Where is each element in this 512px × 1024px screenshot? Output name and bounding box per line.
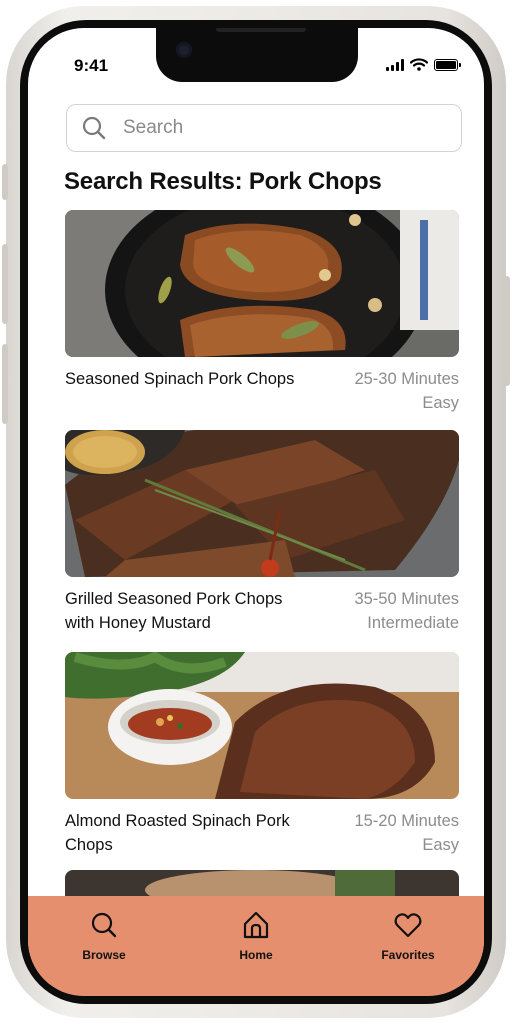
- recipe-difficulty: Easy: [422, 394, 459, 412]
- tab-label: Favorites: [381, 948, 435, 962]
- volume-up-button: [2, 244, 8, 324]
- recipe-card[interactable]: Almond Roasted Spinach Pork Chops 15-20 …: [65, 652, 459, 857]
- recipe-time: 35-50 Minutes: [354, 590, 459, 608]
- tab-favorites[interactable]: Favorites: [358, 910, 458, 996]
- home-icon: [243, 911, 269, 939]
- recipe-card[interactable]: Seasoned Spinach Pork Chops 25-30 Minute…: [65, 210, 459, 415]
- recipe-difficulty: Intermediate: [367, 614, 459, 632]
- recipe-title[interactable]: Seasoned Spinach Pork Chops: [65, 367, 305, 415]
- recipe-difficulty: Easy: [422, 836, 459, 854]
- recipe-image[interactable]: [65, 652, 459, 799]
- phone-frame: 9:41 Search Search Results: Pork Chops S…: [2, 6, 510, 1018]
- recipe-time: 15-20 Minutes: [354, 812, 459, 830]
- search-icon: [82, 116, 106, 140]
- tab-home[interactable]: Home: [206, 910, 306, 996]
- search-input[interactable]: Search: [123, 117, 183, 139]
- recipe-title[interactable]: Grilled Seasoned Pork Chops with Honey M…: [65, 587, 305, 635]
- tab-label: Browse: [82, 948, 126, 962]
- wifi-icon: [410, 58, 428, 71]
- tab-bar: Browse Home Favorites: [28, 896, 484, 996]
- recipe-title[interactable]: Almond Roasted Spinach Pork Chops: [65, 809, 305, 857]
- search-bar[interactable]: Search: [66, 104, 462, 152]
- recipe-image[interactable]: [65, 210, 459, 357]
- recipe-card[interactable]: Grilled Seasoned Pork Chops with Honey M…: [65, 430, 459, 635]
- volume-down-button: [2, 344, 8, 424]
- recipe-time: 25-30 Minutes: [354, 370, 459, 388]
- recipe-image[interactable]: [65, 430, 459, 577]
- status-icons: [386, 58, 461, 71]
- mute-switch: [2, 164, 8, 200]
- tab-browse[interactable]: Browse: [54, 910, 154, 996]
- page-title: Search Results: Pork Chops: [64, 168, 382, 195]
- cellular-signal-icon: [386, 58, 404, 71]
- speaker: [216, 28, 306, 32]
- heart-icon: [394, 913, 422, 938]
- notch: [156, 28, 358, 82]
- tab-label: Home: [239, 948, 273, 962]
- app-screen: 9:41 Search Search Results: Pork Chops S…: [28, 28, 484, 996]
- power-button: [504, 276, 510, 386]
- camera: [176, 42, 192, 58]
- search-icon: [91, 912, 117, 938]
- status-time: 9:41: [74, 56, 109, 75]
- battery-icon: [434, 58, 461, 71]
